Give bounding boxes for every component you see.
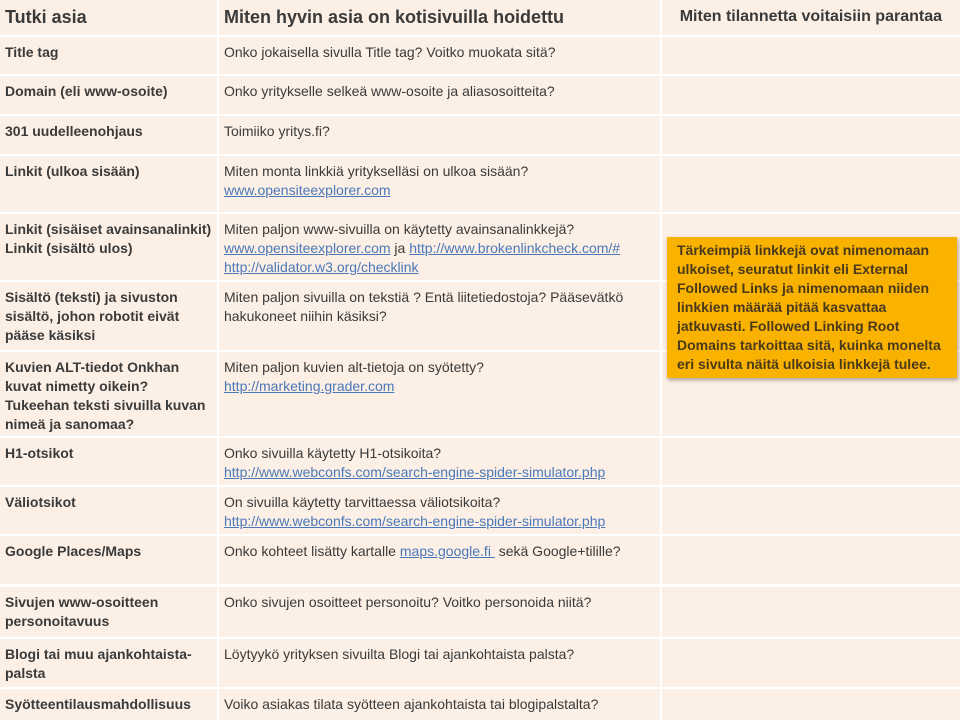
table-row: Syötteentilausmahdollisuus Voiko asiakas…: [0, 689, 960, 720]
row-topic: Title tag: [0, 37, 217, 74]
question-text: Miten paljon www-sivuilla on käytetty av…: [224, 221, 575, 237]
row-topic: Väliotsikot: [0, 487, 217, 534]
row-question: Onko jokaisella sivulla Title tag? Voitk…: [219, 37, 660, 74]
header-status: Miten hyvin asia on kotisivuilla hoidett…: [219, 0, 660, 35]
row-topic: Domain (eli www-osoite): [0, 76, 217, 114]
row-question: Miten paljon kuvien alt-tietoja on syöte…: [219, 352, 660, 436]
row-improvement: [662, 37, 960, 74]
row-question: Miten monta linkkiä yritykselläsi on ulk…: [219, 156, 660, 212]
table-row: 301 uudelleenohjaus Toimiiko yritys.fi?: [0, 116, 960, 154]
grader-link[interactable]: http://marketing.grader.com: [224, 378, 394, 394]
webconfs-link[interactable]: http://www.webconfs.com/search-engine-sp…: [224, 513, 605, 529]
row-topic: Blogi tai muu ajankohtaista-palsta: [0, 639, 217, 687]
row-topic: Syötteentilausmahdollisuus: [0, 689, 217, 720]
row-question: Toimiiko yritys.fi?: [219, 116, 660, 154]
row-improvement: [662, 587, 960, 637]
row-topic: Google Places/Maps: [0, 536, 217, 584]
row-question: Löytyykö yrityksen sivuilta Blogi tai aj…: [219, 639, 660, 687]
question-text: On sivuilla käytetty tarvittaessa väliot…: [224, 494, 501, 510]
question-text: Miten paljon kuvien alt-tietoja on syöte…: [224, 359, 484, 375]
header-improvement: Miten tilannetta voitaisiin parantaa: [662, 0, 960, 35]
brokenlinkcheck-link[interactable]: http://www.brokenlinkcheck.com/#: [409, 240, 620, 256]
row-question: Miten paljon sivuilla on tekstiä ? Entä …: [219, 282, 660, 350]
table-row: Väliotsikot On sivuilla käytetty tarvitt…: [0, 487, 960, 534]
row-improvement: [662, 639, 960, 687]
question-text: Miten monta linkkiä yritykselläsi on ulk…: [224, 163, 529, 179]
validator-link[interactable]: http://validator.w3.org/checklink: [224, 259, 419, 275]
table-row: H1-otsikot Onko sivuilla käytetty H1-ots…: [0, 438, 960, 485]
table-row: Blogi tai muu ajankohtaista-palsta Löyty…: [0, 639, 960, 687]
row-topic: Sivujen www-osoitteen personoitavuus: [0, 587, 217, 637]
webconfs-link[interactable]: http://www.webconfs.com/search-engine-sp…: [224, 464, 605, 480]
table-row: Google Places/Maps Onko kohteet lisätty …: [0, 536, 960, 584]
row-question: Onko sivuilla käytetty H1-otsikoita? http…: [219, 438, 660, 485]
header-topic: Tutki asia: [0, 0, 217, 35]
row-improvement: [662, 487, 960, 534]
question-text: Onko kohteet lisätty kartalle: [224, 543, 400, 559]
row-topic: 301 uudelleenohjaus: [0, 116, 217, 154]
row-improvement: [662, 689, 960, 720]
google-maps-link[interactable]: maps.google.fi: [400, 543, 495, 559]
row-improvement: [662, 438, 960, 485]
joiner-text: ja: [390, 240, 410, 256]
question-text-after: sekä Google+tilille?: [494, 543, 621, 559]
row-question: On sivuilla käytetty tarvittaessa väliot…: [219, 487, 660, 534]
row-question: Onko yritykselle selkeä www-osoite ja al…: [219, 76, 660, 114]
row-improvement: [662, 156, 960, 212]
table-row: Domain (eli www-osoite) Onko yritykselle…: [0, 76, 960, 114]
table-row: Title tag Onko jokaisella sivulla Title …: [0, 37, 960, 74]
row-topic: Kuvien ALT-tiedot Onkhan kuvat nimetty o…: [0, 352, 217, 436]
question-text: Onko sivuilla käytetty H1-otsikoita?: [224, 445, 442, 461]
row-question: Onko kohteet lisätty kartalle maps.googl…: [219, 536, 660, 584]
row-improvement: [662, 536, 960, 584]
row-improvement: [662, 76, 960, 114]
row-topic: H1-otsikot: [0, 438, 217, 485]
table-row: Linkit (ulkoa sisään) Miten monta linkki…: [0, 156, 960, 212]
table-header: Tutki asia Miten hyvin asia on kotisivui…: [0, 0, 960, 35]
callout-note: Tärkeimpiä linkkejä ovat nimenomaan ulko…: [667, 237, 957, 378]
row-topic: Linkit (ulkoa sisään): [0, 156, 217, 212]
opensiteexplorer-link[interactable]: www.opensiteexplorer.com: [224, 240, 391, 256]
row-question: Onko sivujen osoitteet personoitu? Voitk…: [219, 587, 660, 637]
row-topic: Sisältö (teksti) ja sivuston sisältö, jo…: [0, 282, 217, 350]
row-topic: Linkit (sisäiset avainsanalinkit) Linkit…: [0, 214, 217, 280]
table-row: Sivujen www-osoitteen personoitavuus Onk…: [0, 587, 960, 637]
row-question: Voiko asiakas tilata syötteen ajankohtai…: [219, 689, 660, 720]
row-question: Miten paljon www-sivuilla on käytetty av…: [219, 214, 660, 280]
opensiteexplorer-link[interactable]: www.opensiteexplorer.com: [224, 182, 391, 198]
row-improvement: [662, 116, 960, 154]
